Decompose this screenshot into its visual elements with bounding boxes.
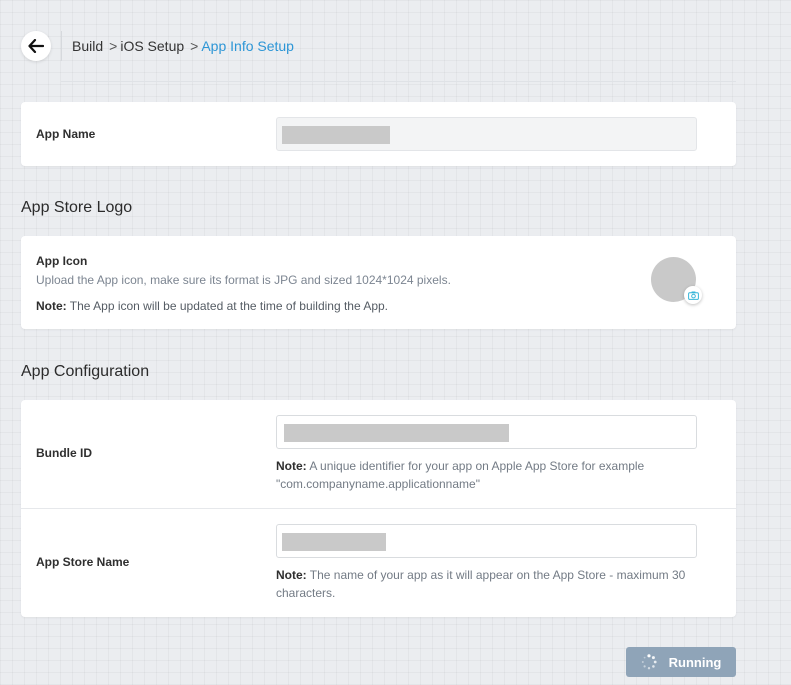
- breadcrumb-ios-setup[interactable]: iOS Setup: [120, 38, 184, 54]
- breadcrumb-separator: >: [190, 38, 199, 54]
- app-store-name-label: App Store Name: [36, 555, 130, 569]
- note-label: Note:: [36, 299, 67, 313]
- app-store-name-note: Note: The name of your app as it will ap…: [276, 566, 696, 602]
- breadcrumb-app-info-setup: App Info Setup: [201, 38, 294, 54]
- redacted-value: [282, 126, 390, 144]
- app-icon-card: App Icon Upload the App icon, make sure …: [21, 236, 736, 329]
- arrow-left-icon: [28, 39, 44, 53]
- app-store-name-input[interactable]: [276, 524, 697, 558]
- spinner-icon: [641, 654, 657, 670]
- note-text: A unique identifier for your app on Appl…: [276, 459, 645, 491]
- bundle-id-note: Note: A unique identifier for your app o…: [276, 457, 696, 493]
- redacted-value: [284, 424, 509, 442]
- breadcrumb: Build > iOS Setup > App Info Setup: [72, 38, 294, 54]
- app-name-label: App Name: [36, 127, 96, 141]
- camera-icon: [687, 291, 699, 300]
- page-header: Build > iOS Setup > App Info Setup: [21, 31, 294, 61]
- app-name-field: [276, 117, 697, 151]
- note-text: The name of your app as it will appear o…: [276, 568, 686, 600]
- upload-icon-button[interactable]: [684, 286, 702, 304]
- redacted-value: [282, 533, 386, 551]
- note-text: The App icon will be updated at the time…: [69, 299, 389, 313]
- header-divider: [61, 31, 62, 61]
- bundle-id-input[interactable]: [276, 415, 697, 449]
- app-configuration-card: Bundle ID Note: A unique identifier for …: [21, 400, 736, 617]
- note-label: Note:: [276, 459, 307, 473]
- app-configuration-heading: App Configuration: [21, 363, 150, 380]
- app-icon-label: App Icon: [36, 254, 88, 268]
- app-name-card: App Name: [21, 102, 736, 166]
- note-label: Note:: [276, 568, 307, 582]
- app-store-logo-heading: App Store Logo: [21, 199, 133, 216]
- breadcrumb-build[interactable]: Build: [72, 38, 103, 54]
- row-divider: [21, 508, 736, 509]
- bundle-id-label: Bundle ID: [36, 446, 92, 460]
- running-button[interactable]: Running: [626, 647, 736, 677]
- breadcrumb-separator: >: [109, 38, 118, 54]
- app-icon-description: Upload the App icon, make sure its forma…: [36, 273, 451, 287]
- app-icon-note: Note: The App icon will be updated at th…: [36, 299, 388, 313]
- running-button-label: Running: [668, 654, 722, 670]
- header-divider-line: [61, 81, 736, 82]
- back-button[interactable]: [21, 31, 51, 61]
